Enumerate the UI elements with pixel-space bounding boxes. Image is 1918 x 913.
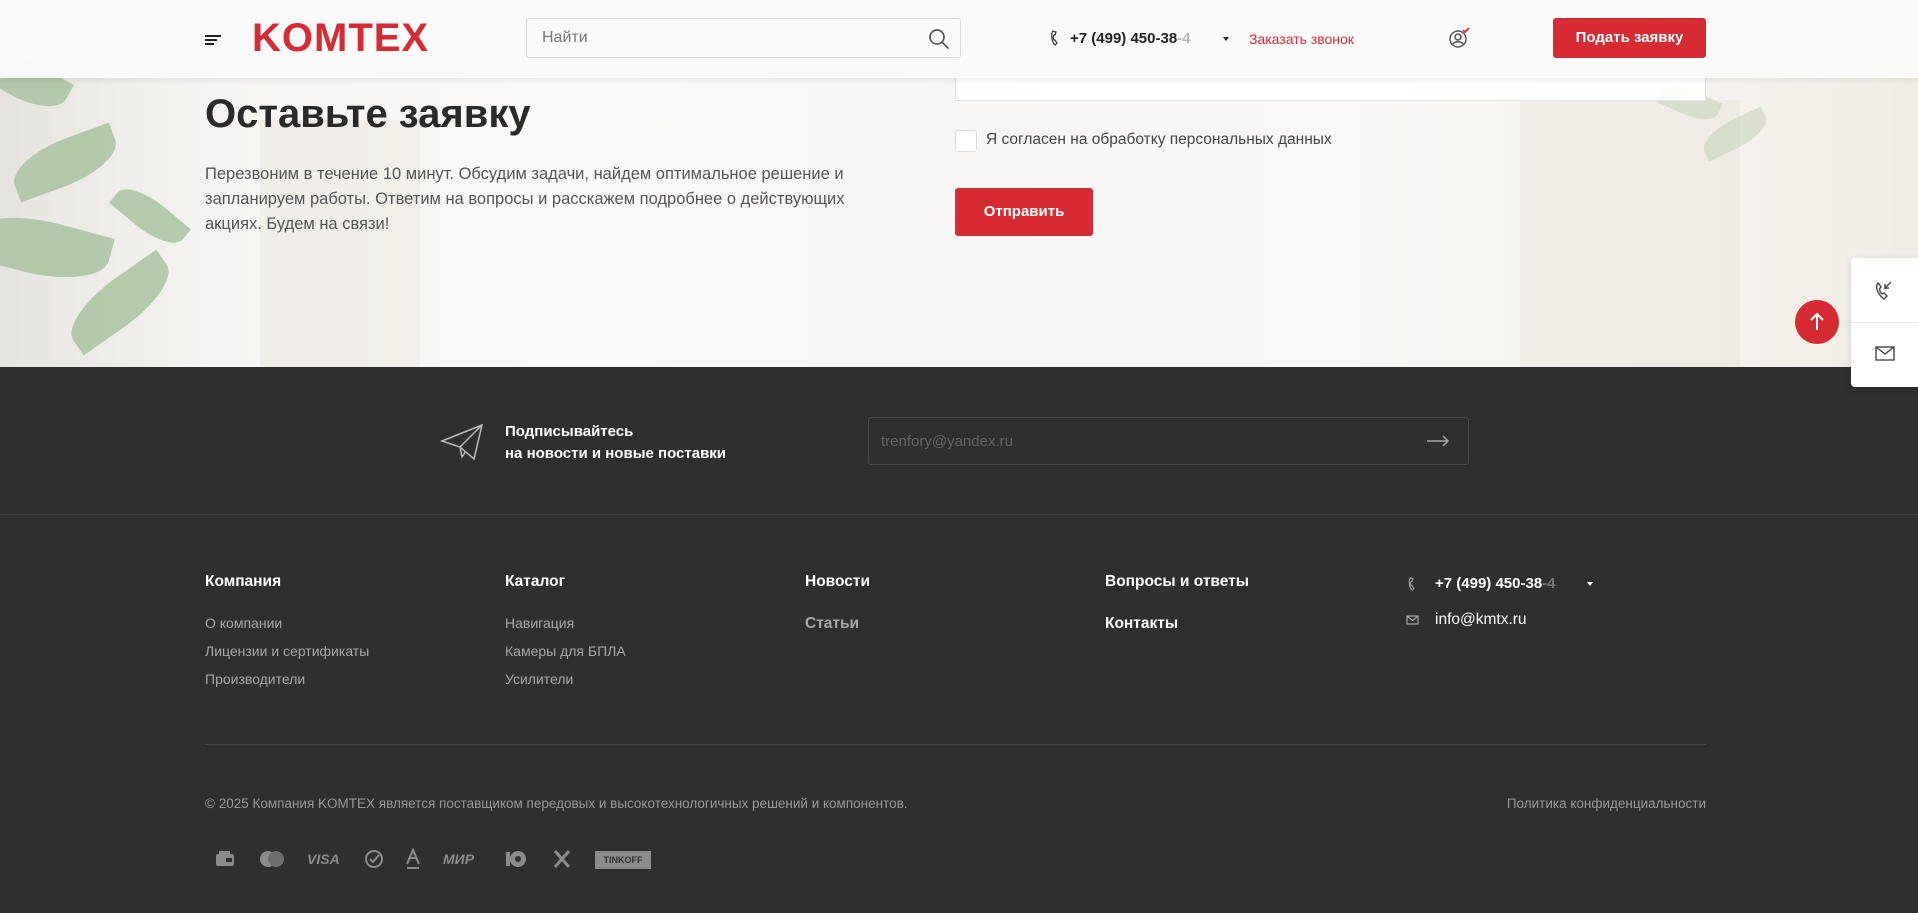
subscribe-title-line1: Подписывайтесь — [505, 423, 634, 440]
search-icon[interactable] — [928, 28, 950, 50]
side-callback-button[interactable] — [1851, 258, 1918, 322]
subscribe-email-input[interactable] — [869, 418, 1409, 464]
header-phone[interactable]: +7 (499) 450-38-4 — [1070, 30, 1191, 47]
chevron-down-icon[interactable] — [1223, 37, 1229, 41]
user-account-icon[interactable] — [1448, 27, 1470, 49]
phone-number-tail: -4 — [1177, 30, 1191, 47]
consent-label: Я согласен на обработку персональных дан… — [986, 131, 1332, 148]
phone-number-tail: -4 — [1542, 575, 1556, 592]
scroll-top-button[interactable] — [1795, 300, 1839, 344]
footer-articles-link[interactable]: Статьи — [805, 615, 859, 633]
phone-icon — [1408, 577, 1415, 591]
site-header: KOMTEX +7 (499) 450-38-4 Заказать звонок… — [0, 0, 1918, 78]
check-payment-icon — [365, 850, 383, 868]
request-description: Перезвоним в течение 10 минут. Обсудим з… — [205, 165, 845, 233]
tinkoff-icon: TINKOFF — [595, 851, 651, 869]
footer-link[interactable]: Навигация — [505, 615, 574, 631]
paper-plane-icon — [440, 423, 484, 461]
footer-link[interactable]: Лицензии и сертификаты — [205, 643, 369, 659]
mail-icon — [1406, 615, 1419, 625]
x-payment-icon — [553, 850, 571, 868]
logo[interactable]: KOMTEX — [252, 18, 429, 58]
footer-catalog-title[interactable]: Каталог — [505, 573, 565, 591]
footer-company-title[interactable]: Компания — [205, 573, 281, 591]
search-input[interactable] — [527, 19, 907, 57]
site-footer: Компания О компании Лицензии и сертифика… — [0, 515, 1918, 913]
phone-number: +7 (499) 450-38 — [1070, 30, 1178, 47]
phone-incoming-icon — [1875, 281, 1892, 300]
consent-checkbox[interactable] — [955, 130, 977, 152]
footer-contacts-link[interactable]: Контакты — [1105, 615, 1178, 633]
footer-faq-title[interactable]: Вопросы и ответы — [1105, 573, 1249, 591]
footer-email[interactable]: info@kmtx.ru — [1435, 611, 1527, 629]
alfabank-icon — [406, 848, 420, 869]
subscribe-box — [868, 417, 1469, 465]
callback-link[interactable]: Заказать звонок — [1249, 31, 1354, 47]
mir-icon: МИР — [443, 851, 475, 867]
side-contact-panel — [1851, 258, 1918, 387]
footer-link[interactable]: Производители — [205, 671, 305, 687]
footer-link[interactable]: Усилители — [505, 671, 573, 687]
menu-icon[interactable] — [205, 35, 221, 45]
arrow-right-icon[interactable] — [1426, 432, 1450, 450]
side-email-button[interactable] — [1851, 323, 1918, 387]
subscribe-section: Подписывайтесь на новости и новые постав… — [0, 367, 1918, 515]
arrow-up-icon — [1810, 312, 1824, 330]
chevron-down-icon[interactable] — [1587, 582, 1593, 586]
phone-icon — [1051, 30, 1058, 46]
copyright: © 2025 Компания KOMTEX является поставщи… — [205, 796, 908, 811]
footer-phone[interactable]: +7 (499) 450-38-4 — [1435, 575, 1556, 592]
yoomoney-icon — [506, 851, 526, 867]
privacy-policy-link[interactable]: Политика конфиденциальности — [1507, 796, 1706, 811]
footer-link[interactable]: Камеры для БПЛА — [505, 643, 626, 659]
request-title: Оставьте заявку — [205, 92, 531, 136]
footer-link[interactable]: О компании — [205, 615, 282, 631]
mastercard-icon — [260, 851, 284, 867]
footer-news-title[interactable]: Новости — [805, 573, 870, 591]
subscribe-title-line2: на новости и новые поставки — [505, 445, 727, 462]
mail-icon — [1875, 346, 1895, 361]
apply-button[interactable]: Подать заявку — [1553, 18, 1706, 58]
send-button[interactable]: Отправить — [955, 188, 1093, 236]
subscribe-title: Подписывайтесь на новости и новые постав… — [505, 421, 726, 465]
phone-number: +7 (499) 450-38 — [1435, 575, 1543, 592]
visa-icon: VISA — [307, 851, 340, 867]
search-box — [526, 18, 961, 58]
footer-divider — [205, 744, 1706, 745]
wallet-icon — [216, 851, 234, 866]
